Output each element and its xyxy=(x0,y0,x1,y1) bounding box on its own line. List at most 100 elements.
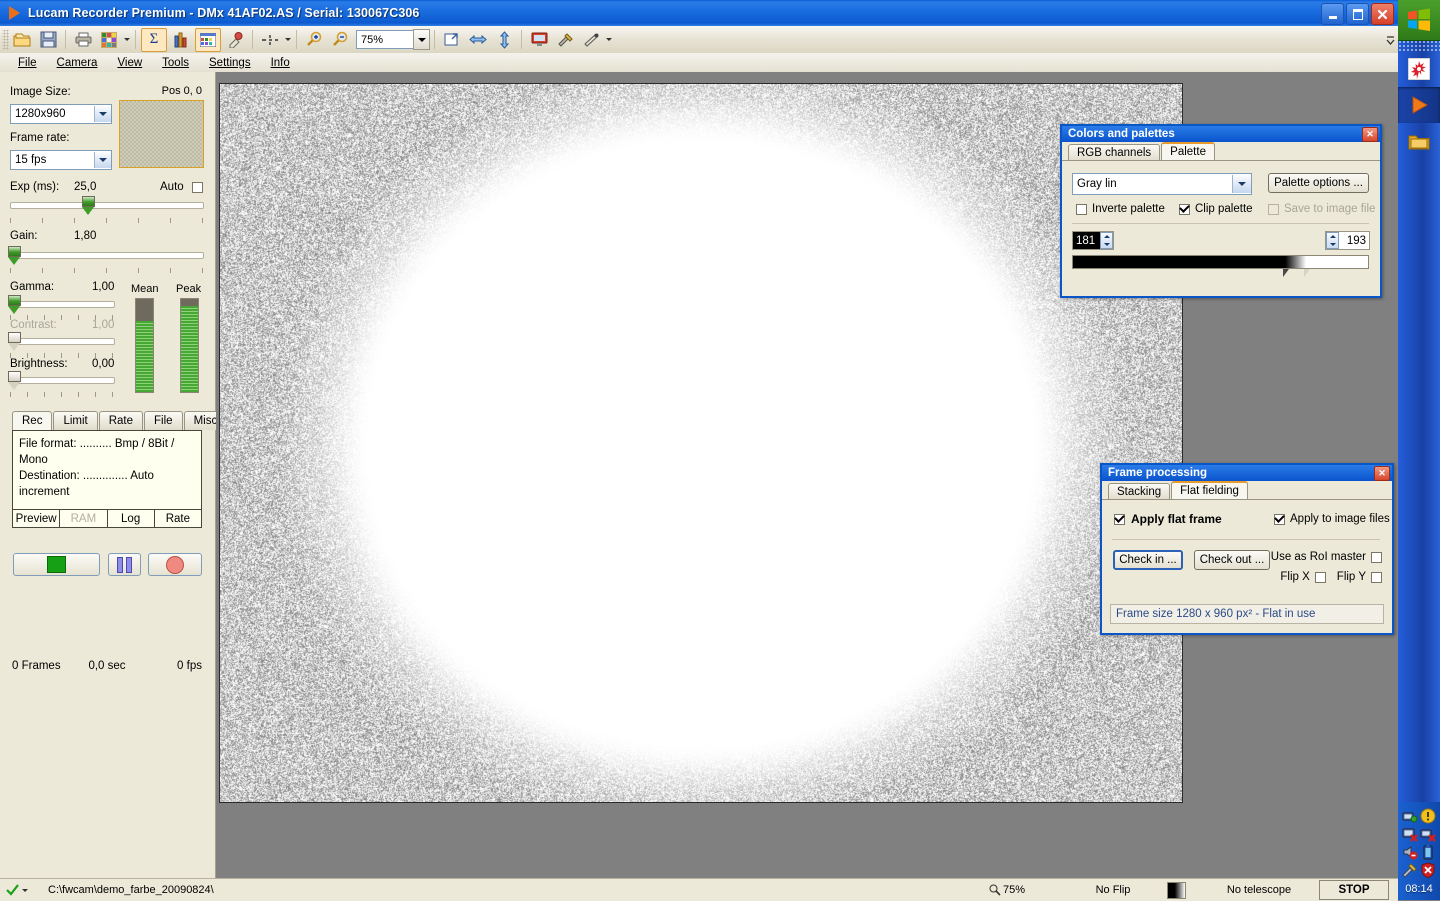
stop-button[interactable]: STOP xyxy=(1319,880,1389,900)
menu-item-camera[interactable]: Camera xyxy=(47,56,108,70)
auto-exposure-checkbox[interactable] xyxy=(192,182,203,193)
flip-y-checkbox[interactable] xyxy=(1371,572,1382,583)
taskbar-app-icon-folder[interactable] xyxy=(1398,123,1440,159)
apply-flat-frame-checkbox[interactable] xyxy=(1114,514,1125,525)
status-check-icon[interactable] xyxy=(0,881,42,899)
colors-and-palettes-dialog[interactable]: Colors and palettes ✕ RGB channels Palet… xyxy=(1060,124,1382,298)
chevron-down-icon[interactable] xyxy=(94,152,111,168)
flip-x-checkbox[interactable] xyxy=(1315,572,1326,583)
zoom-in-icon[interactable] xyxy=(302,29,326,51)
palette-low-spin-buttons[interactable] xyxy=(1100,232,1113,249)
apply-to-image-files-checkbox[interactable] xyxy=(1274,514,1285,525)
frame-rate-select[interactable]: 15 fps xyxy=(10,150,112,170)
exposure-slider-thumb[interactable] xyxy=(82,196,95,215)
flip-row[interactable]: Flip X Flip Y xyxy=(1280,571,1382,583)
zoom-out-icon[interactable] xyxy=(328,29,352,51)
use-as-roi-master-row[interactable]: Use as RoI master xyxy=(1271,551,1382,563)
wand-icon[interactable] xyxy=(579,29,603,51)
tab-stacking[interactable]: Stacking xyxy=(1108,483,1170,499)
tools-icon[interactable] xyxy=(553,29,577,51)
gamma-slider[interactable] xyxy=(10,301,115,308)
eyedropper-icon[interactable] xyxy=(223,29,247,51)
tray-network-error-icon[interactable] xyxy=(1420,826,1436,842)
tab-flat-fielding[interactable]: Flat fielding xyxy=(1171,481,1248,499)
maximize-button[interactable] xyxy=(1346,3,1369,25)
menu-item-view[interactable]: View xyxy=(107,56,152,70)
palette-high-spinner[interactable]: 193 xyxy=(1325,231,1370,250)
menu-item-file[interactable]: File xyxy=(8,56,47,70)
record-button[interactable] xyxy=(148,553,202,576)
frame-dialog-close-icon[interactable]: ✕ xyxy=(1374,466,1390,481)
close-button[interactable] xyxy=(1371,3,1394,25)
flip-horizontal-icon[interactable] xyxy=(466,29,490,51)
colors-dialog-close-icon[interactable]: ✕ xyxy=(1362,127,1378,142)
start-button[interactable] xyxy=(13,553,100,576)
invert-palette-row[interactable]: Inverte palette xyxy=(1076,203,1165,215)
tray-volume-mute-icon[interactable] xyxy=(1402,844,1418,860)
tab-limit[interactable]: Limit xyxy=(53,411,97,430)
apply-to-image-files-row[interactable]: Apply to image files xyxy=(1274,513,1390,525)
frame-processing-dialog[interactable]: Frame processing ✕ Stacking Flat fieldin… xyxy=(1100,463,1394,635)
tab-rec[interactable]: Rec xyxy=(12,411,52,431)
gamma-slider-thumb[interactable] xyxy=(8,295,21,314)
color-grid-icon[interactable] xyxy=(97,29,121,51)
gain-slider-thumb[interactable] xyxy=(8,246,21,265)
monitor-icon[interactable] xyxy=(527,29,551,51)
menu-item-settings[interactable]: Settings xyxy=(199,56,261,70)
tab-palette[interactable]: Palette xyxy=(1161,142,1215,160)
taskbar-app-icon-lucam[interactable] xyxy=(1398,87,1440,123)
wand-dropdown-icon[interactable] xyxy=(604,29,613,51)
crosshair-icon[interactable] xyxy=(258,29,282,51)
gain-slider[interactable] xyxy=(10,252,204,259)
flip-vertical-icon[interactable] xyxy=(492,29,516,51)
footer-rate[interactable]: Rate xyxy=(155,510,201,527)
fit-window-icon[interactable] xyxy=(440,29,464,51)
toolbar-grip[interactable] xyxy=(2,30,9,50)
palette-high-spin-buttons[interactable] xyxy=(1326,232,1339,249)
tray-tools-icon[interactable] xyxy=(1402,862,1418,878)
camera-image-frame[interactable] xyxy=(219,83,1183,803)
chevron-down-icon[interactable] xyxy=(94,106,111,122)
palette-table-icon[interactable] xyxy=(195,28,221,52)
footer-preview[interactable]: Preview xyxy=(13,510,60,527)
quick-launch-grip[interactable] xyxy=(1398,41,1440,51)
zoom-level-dropdown-icon[interactable] xyxy=(413,29,430,50)
tray-warning-icon[interactable] xyxy=(1420,808,1436,824)
palette-high-marker[interactable] xyxy=(1304,269,1310,277)
tray-security-alert-icon[interactable] xyxy=(1420,862,1436,878)
tray-display-error-icon[interactable] xyxy=(1402,826,1418,842)
taskbar-app-icon-firework[interactable] xyxy=(1398,51,1440,87)
brightness-slider-thumb[interactable] xyxy=(8,371,21,390)
image-size-select[interactable]: 1280x960 xyxy=(10,104,112,124)
menu-item-info[interactable]: Info xyxy=(261,56,300,70)
palette-low-marker[interactable] xyxy=(1283,269,1289,277)
save-icon[interactable] xyxy=(36,29,60,51)
footer-log[interactable]: Log xyxy=(108,510,155,527)
palette-low-spinner[interactable]: 181 xyxy=(1072,231,1114,250)
zoom-level-input[interactable]: 75% xyxy=(356,30,414,49)
palette-high-value[interactable]: 193 xyxy=(1339,232,1369,249)
apply-flat-frame-row[interactable]: Apply flat frame xyxy=(1114,512,1222,526)
crosshair-dropdown-icon[interactable] xyxy=(283,29,292,51)
clip-palette-checkbox[interactable] xyxy=(1179,204,1190,215)
tray-network-icon[interactable] xyxy=(1402,808,1418,824)
check-in-button[interactable]: Check in ... xyxy=(1113,550,1183,570)
taskbar-clock[interactable]: 08:14 xyxy=(1398,880,1440,900)
use-as-roi-master-checkbox[interactable] xyxy=(1371,552,1382,563)
brightness-slider[interactable] xyxy=(10,377,115,384)
tab-rate[interactable]: Rate xyxy=(99,411,143,430)
sigma-sum-icon[interactable]: Σ xyxy=(141,28,167,52)
tab-rgb-channels[interactable]: RGB channels xyxy=(1068,144,1160,160)
invert-palette-checkbox[interactable] xyxy=(1076,204,1087,215)
toolbar-overflow-icon[interactable] xyxy=(1384,29,1396,51)
clip-palette-row[interactable]: Clip palette xyxy=(1179,203,1253,215)
check-out-button[interactable]: Check out ... xyxy=(1194,550,1270,570)
palette-select[interactable]: Gray lin xyxy=(1072,173,1252,195)
palette-gradient-bar[interactable] xyxy=(1072,255,1369,269)
start-button[interactable] xyxy=(1398,0,1440,41)
chevron-down-icon[interactable] xyxy=(22,889,28,892)
open-folder-icon[interactable] xyxy=(10,29,34,51)
minimize-button[interactable] xyxy=(1321,3,1344,25)
palette-options-button[interactable]: Palette options ... xyxy=(1268,173,1369,193)
histogram-icon[interactable] xyxy=(169,29,193,51)
